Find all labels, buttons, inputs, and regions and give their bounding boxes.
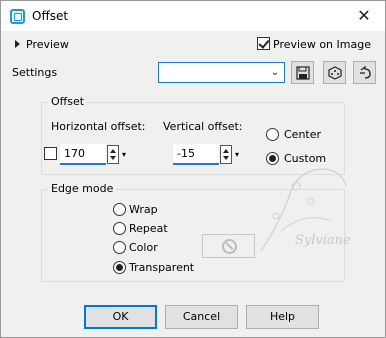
horizontal-offset-spinner[interactable]	[107, 145, 119, 164]
center-radio[interactable]	[266, 128, 279, 141]
watermark-text: Sylviane	[295, 233, 351, 248]
edge-mode-group-title: Edge mode	[48, 182, 117, 195]
transparent-label: Transparent	[129, 261, 195, 274]
horizontal-dropdown-icon[interactable]: ▾	[120, 145, 128, 164]
preview-toggle[interactable]: Preview	[15, 38, 69, 51]
wrap-radio[interactable]	[113, 203, 126, 216]
random-button[interactable]	[323, 61, 346, 84]
transparent-radio[interactable]	[113, 261, 126, 274]
offset-dialog: Offset ✕ Preview Preview on Image Settin…	[0, 0, 386, 338]
save-preset-icon	[295, 66, 310, 80]
save-preset-button[interactable]	[291, 61, 314, 84]
settings-label: Settings	[12, 66, 58, 79]
vertical-offset-label: Vertical offset:	[163, 120, 243, 133]
repeat-radio[interactable]	[113, 222, 126, 235]
horizontal-offset-input[interactable]: 170	[60, 144, 106, 165]
link-offsets-checkbox[interactable]	[44, 147, 57, 160]
cancel-button[interactable]: Cancel	[165, 305, 238, 329]
horizontal-offset-label: Horizontal offset:	[51, 120, 146, 133]
close-button[interactable]: ✕	[347, 4, 381, 28]
window-title: Offset	[32, 9, 69, 23]
vertical-offset-spinner[interactable]	[220, 145, 232, 164]
expand-triangle-icon	[15, 40, 20, 48]
center-label: Center	[284, 128, 322, 141]
no-color-icon	[222, 239, 237, 254]
color-radio[interactable]	[113, 241, 126, 254]
preview-toggle-label: Preview	[26, 38, 69, 51]
help-button[interactable]: Help	[246, 305, 319, 329]
vertical-offset-input[interactable]: -15	[173, 144, 219, 165]
ok-button[interactable]: OK	[84, 305, 157, 329]
reset-icon	[359, 65, 371, 79]
settings-combobox[interactable]: ⌄	[158, 62, 285, 83]
preview-on-image-label: Preview on Image	[273, 38, 371, 51]
repeat-label: Repeat	[129, 222, 168, 235]
chevron-down-icon: ⌄	[270, 67, 280, 78]
vertical-dropdown-icon[interactable]: ▾	[233, 145, 241, 164]
edge-color-swatch[interactable]	[202, 234, 255, 258]
offset-group-title: Offset	[48, 95, 88, 108]
preview-on-image-checkbox[interactable]	[257, 37, 270, 50]
reset-button[interactable]	[353, 61, 376, 84]
random-dice-icon	[327, 66, 342, 80]
wrap-label: Wrap	[129, 203, 158, 216]
offset-app-icon	[10, 9, 25, 24]
title-bar: Offset ✕	[1, 1, 385, 31]
color-label: Color	[129, 241, 158, 254]
